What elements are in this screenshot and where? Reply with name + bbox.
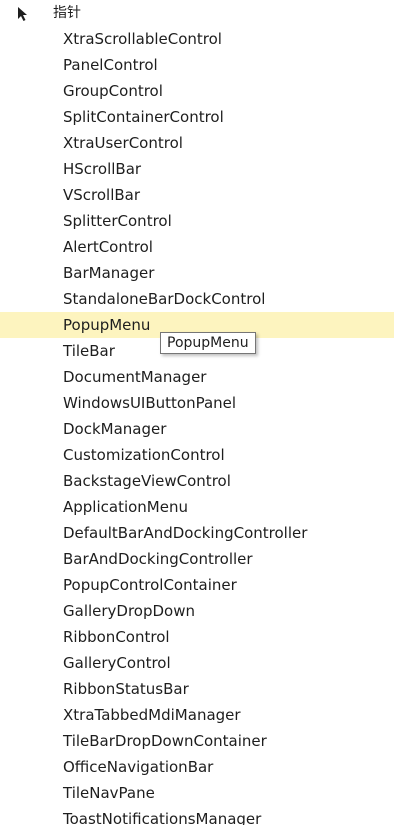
toolbox-panel: 指针 XtraScrollableControl PanelControl Grou… bbox=[0, 0, 400, 825]
toolbox-item[interactable]: SplitterControl bbox=[0, 208, 400, 234]
toolbox-item[interactable]: ApplicationMenu bbox=[0, 494, 400, 520]
toolbox-item[interactable]: DocumentManager bbox=[0, 364, 400, 390]
toolbox-item[interactable]: PanelControl bbox=[0, 52, 400, 78]
toolbox-item[interactable]: OfficeNavigationBar bbox=[0, 754, 400, 780]
toolbox-item[interactable]: XtraTabbedMdiManager bbox=[0, 702, 400, 728]
toolbox-item[interactable]: GalleryDropDown bbox=[0, 598, 400, 624]
toolbox-item[interactable]: BarManager bbox=[0, 260, 400, 286]
toolbox-item[interactable]: CustomizationControl bbox=[0, 442, 400, 468]
toolbox-item[interactable]: BarAndDockingController bbox=[0, 546, 400, 572]
toolbox-item[interactable]: RibbonStatusBar bbox=[0, 676, 400, 702]
toolbox-item-list: XtraScrollableControl PanelControl GroupCo… bbox=[0, 26, 400, 825]
toolbox-item[interactable]: SplitContainerControl bbox=[0, 104, 400, 130]
toolbox-item[interactable]: StandaloneBarDockControl bbox=[0, 286, 400, 312]
toolbox-item[interactable]: WindowsUIButtonPanel bbox=[0, 390, 400, 416]
toolbox-item[interactable]: XtraScrollableControl bbox=[0, 26, 400, 52]
pointer-arrow-icon bbox=[18, 7, 27, 21]
pointer-label: 指针 bbox=[53, 5, 81, 21]
toolbox-item[interactable]: TileNavPane bbox=[0, 780, 400, 806]
toolbox-item[interactable]: GroupControl bbox=[0, 78, 400, 104]
toolbox-item[interactable]: HScrollBar bbox=[0, 156, 400, 182]
toolbox-item[interactable]: TileBarDropDownContainer bbox=[0, 728, 400, 754]
toolbox-item[interactable]: ToastNotificationsManager bbox=[0, 806, 400, 825]
toolbox-item-pointer[interactable]: 指针 bbox=[0, 0, 400, 26]
toolbox-item[interactable]: BackstageViewControl bbox=[0, 468, 400, 494]
toolbox-item[interactable]: VScrollBar bbox=[0, 182, 400, 208]
tooltip: PopupMenu bbox=[160, 332, 256, 354]
toolbox-item[interactable]: GalleryControl bbox=[0, 650, 400, 676]
toolbox-item[interactable]: PopupControlContainer bbox=[0, 572, 400, 598]
toolbox-item[interactable]: RibbonControl bbox=[0, 624, 400, 650]
toolbox-item[interactable]: DefaultBarAndDockingController bbox=[0, 520, 400, 546]
toolbox-item[interactable]: AlertControl bbox=[0, 234, 400, 260]
toolbox-item[interactable]: XtraUserControl bbox=[0, 130, 400, 156]
toolbox-item[interactable]: DockManager bbox=[0, 416, 400, 442]
